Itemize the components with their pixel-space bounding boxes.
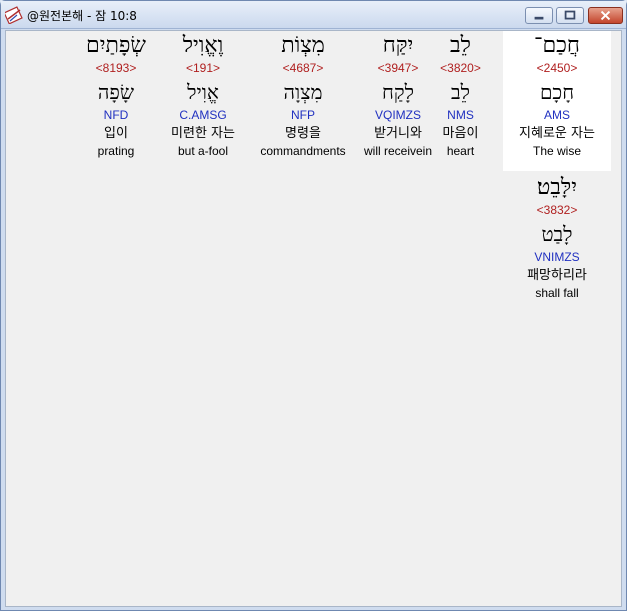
- parsing-code: AMS: [543, 108, 570, 122]
- hebrew-word: וֶאֱוִיל: [182, 33, 224, 58]
- korean-gloss: 받거니와: [374, 126, 422, 141]
- maximize-button[interactable]: [556, 7, 584, 24]
- strong-number[interactable]: <4687>: [255, 61, 351, 77]
- english-gloss: shall fall: [535, 286, 579, 300]
- english-gloss: but a-fool: [177, 144, 229, 158]
- word-cell[interactable]: חֲכַם־ <2450> חָכָם AMS 지혜로운 자는 The wise: [503, 31, 611, 171]
- word-cell[interactable]: וֶאֱוִיל <191> אֱוִיל C.AMSG 미련한 자는 but …: [158, 31, 248, 171]
- english-gloss: commandments: [260, 144, 346, 158]
- strong-number[interactable]: <2450>: [503, 61, 611, 77]
- hebrew-lemma: אֱוִיל: [187, 80, 219, 104]
- word-cell[interactable]: יִקַּח <3947> לָקַח VQIMZS 받거니와 will rec…: [352, 31, 444, 171]
- strong-number[interactable]: <3832>: [503, 203, 611, 219]
- hebrew-word: שְׂפָתַיִם: [85, 33, 147, 58]
- strong-number[interactable]: <3947>: [352, 61, 444, 77]
- hebrew-word: יִלָּבֵט׃: [537, 175, 577, 200]
- parsing-code: NFP: [291, 108, 315, 122]
- close-button[interactable]: [588, 7, 623, 24]
- parsing-code: C.AMSG: [179, 108, 227, 122]
- korean-gloss: 미련한 자는: [171, 126, 235, 141]
- minimize-button[interactable]: [525, 7, 553, 24]
- hebrew-lemma: לָקַח: [382, 80, 414, 104]
- parsing-code: VNIMZS: [534, 250, 580, 264]
- hebrew-word: מִצְוֹת: [281, 33, 325, 58]
- bible-app-icon[interactable]: [3, 6, 23, 25]
- korean-gloss: 명령을: [285, 126, 321, 141]
- korean-gloss: 패망하리라: [527, 268, 587, 283]
- word-cell[interactable]: מִצְוֹת <4687> מִצְוָה NFP 명령을 commandme…: [255, 31, 351, 171]
- strong-number[interactable]: <191>: [158, 61, 248, 77]
- maximize-icon: [564, 10, 576, 20]
- interlinear-view: חֲכַם־ <2450> חָכָם AMS 지혜로운 자는 The wise…: [5, 30, 622, 607]
- hebrew-lemma: לָבַט: [541, 222, 573, 246]
- minimize-icon: [534, 16, 544, 20]
- word-cell[interactable]: שְׂפָתַיִם <8193> שָׂפָה NFD 입이 prating: [76, 31, 156, 171]
- hebrew-word: חֲכַם־: [534, 33, 580, 58]
- english-gloss: will receivein: [363, 144, 433, 158]
- word-cell[interactable]: יִלָּבֵט׃ <3832> לָבַט VNIMZS 패망하리라 shal…: [503, 173, 611, 313]
- korean-gloss: 지혜로운 자는: [519, 126, 595, 141]
- close-icon: [600, 10, 611, 21]
- korean-gloss: 입이: [104, 126, 128, 141]
- hebrew-word: יִקַּח: [382, 33, 414, 58]
- english-gloss: prating: [97, 144, 135, 158]
- hebrew-lemma: חָכָם: [539, 80, 575, 104]
- hebrew-lemma: שָׂפָה: [97, 80, 135, 104]
- window-title: @원전본해 - 잠 10:8: [27, 9, 137, 23]
- strong-number[interactable]: <8193>: [76, 61, 156, 77]
- app-window: @원전본해 - 잠 10:8 חֲכַם־ <2450> חָכָם AMS 지…: [0, 0, 627, 611]
- parsing-code: NFD: [103, 108, 129, 122]
- parsing-code: VQIMZS: [374, 108, 421, 122]
- english-gloss: The wise: [532, 144, 582, 158]
- title-bar[interactable]: @원전본해 - 잠 10:8: [1, 1, 626, 29]
- hebrew-lemma: מִצְוָה: [283, 80, 323, 104]
